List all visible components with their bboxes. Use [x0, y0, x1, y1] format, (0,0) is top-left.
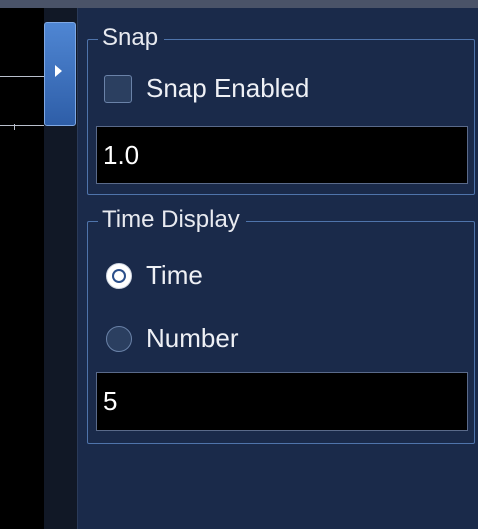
time-display-group: Time Display Time Number 5	[87, 204, 475, 444]
panel-collapse-button[interactable]	[44, 22, 76, 126]
snap-value-text: 1.0	[103, 139, 140, 170]
snap-enabled-label: Snap Enabled	[146, 73, 310, 103]
time-display-group-title: Time Display	[98, 204, 246, 236]
number-option-label: Number	[146, 323, 239, 353]
time-display-value-text: 5	[103, 386, 118, 416]
snap-enabled-checkbox[interactable]	[104, 74, 132, 103]
canvas-tick	[14, 124, 15, 130]
time-option-label: Time	[146, 260, 203, 290]
canvas-ruler	[0, 76, 44, 126]
settings-panel: Snap Snap Enabled 1.0 Time Display Time …	[78, 8, 478, 529]
app-window: Snap Snap Enabled 1.0 Time Display Time …	[0, 0, 478, 529]
number-option-row[interactable]: Number	[106, 323, 238, 354]
panel-toggle-column	[44, 8, 78, 529]
snap-enabled-row[interactable]: Snap Enabled	[104, 73, 309, 104]
number-radio[interactable]	[106, 325, 132, 352]
time-option-row[interactable]: Time	[106, 260, 203, 291]
snap-group: Snap Snap Enabled 1.0	[87, 22, 475, 195]
time-display-value-field[interactable]: 5	[96, 372, 468, 431]
time-radio[interactable]	[106, 262, 132, 289]
top-strip	[0, 0, 478, 8]
snap-group-title: Snap	[98, 22, 165, 54]
chevron-right-icon	[55, 65, 62, 77]
canvas-area[interactable]	[0, 8, 44, 529]
snap-value-field[interactable]: 1.0	[96, 126, 468, 184]
